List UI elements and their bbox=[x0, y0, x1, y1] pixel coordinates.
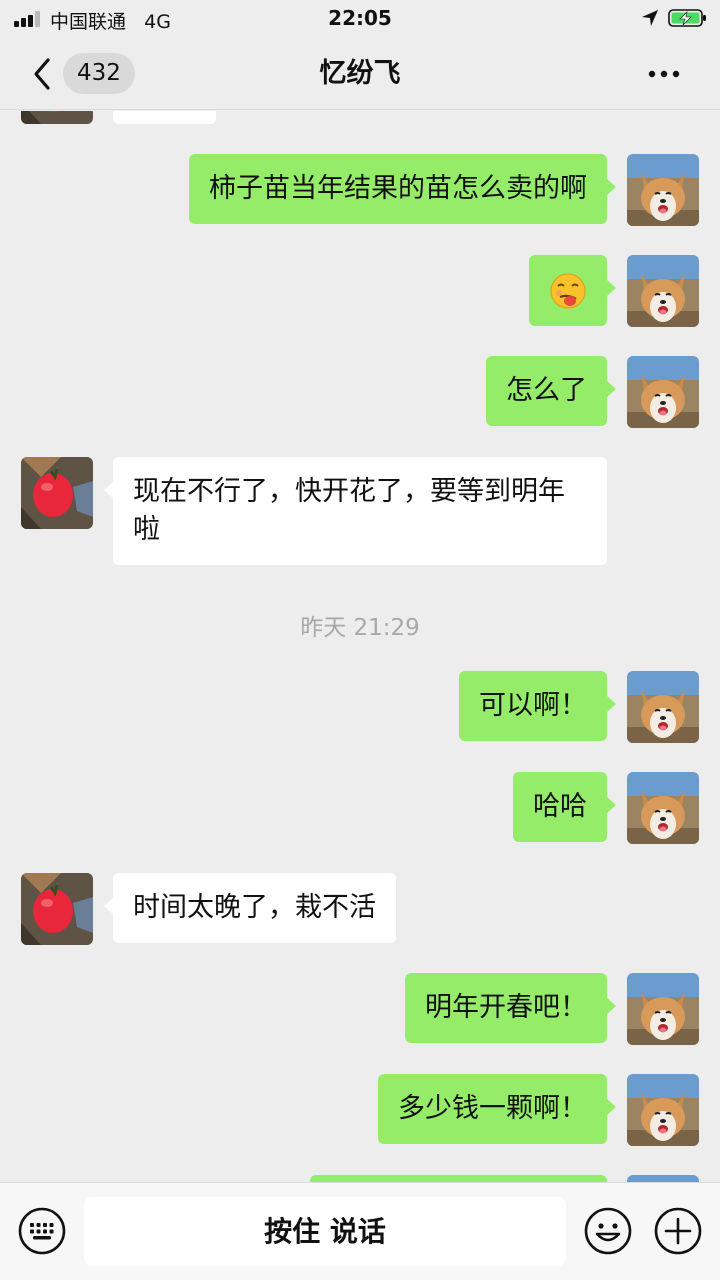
more-dots-icon[interactable] bbox=[644, 60, 684, 88]
clock: 22:05 bbox=[328, 6, 392, 30]
my-avatar[interactable] bbox=[627, 154, 699, 226]
message-bubble-outgoing[interactable]: 可以啊！ bbox=[459, 671, 616, 741]
message-bubble-incoming[interactable]: 现在不行了，快开花了，要等到明年啦 bbox=[104, 457, 607, 565]
plus-circle-icon[interactable] bbox=[653, 1206, 703, 1256]
my-avatar[interactable] bbox=[627, 1175, 699, 1182]
my-avatar[interactable] bbox=[627, 671, 699, 743]
battery-charging-icon bbox=[668, 9, 706, 27]
message-bubble-outgoing[interactable] bbox=[310, 1175, 607, 1182]
chevron-left-icon[interactable] bbox=[28, 56, 56, 92]
status-bar: 中国联通 4G 22:05 bbox=[0, 0, 720, 38]
my-avatar[interactable] bbox=[627, 1074, 699, 1146]
message-bubble-outgoing[interactable]: 明年开春吧！ bbox=[405, 973, 616, 1043]
smirk-face-emoji-icon bbox=[550, 273, 586, 309]
contact-avatar[interactable] bbox=[21, 457, 93, 529]
message-bubble-outgoing[interactable]: 哈哈 bbox=[513, 772, 616, 842]
contact-avatar[interactable] bbox=[21, 873, 93, 945]
message-bubble-incoming[interactable] bbox=[113, 111, 216, 124]
input-bar: 按住 说话 bbox=[0, 1182, 720, 1280]
message-bubble-outgoing[interactable]: 多少钱一颗啊！ bbox=[378, 1074, 616, 1144]
message-bubble-outgoing[interactable]: 怎么了 bbox=[486, 356, 616, 426]
keyboard-icon[interactable] bbox=[17, 1206, 67, 1256]
message-bubble-incoming[interactable]: 时间太晚了，栽不活 bbox=[104, 873, 396, 943]
my-avatar[interactable] bbox=[627, 772, 699, 844]
unread-count-badge[interactable]: 432 bbox=[63, 53, 135, 94]
my-avatar[interactable] bbox=[627, 973, 699, 1045]
my-avatar[interactable] bbox=[627, 356, 699, 428]
chat-header: 432 忆纷飞 bbox=[0, 38, 720, 110]
message-bubble-emoji[interactable] bbox=[529, 255, 616, 326]
my-avatar[interactable] bbox=[627, 255, 699, 327]
contact-avatar[interactable] bbox=[21, 111, 93, 124]
smiley-face-icon[interactable] bbox=[583, 1206, 633, 1256]
message-list[interactable]: 柿子苗当年结果的苗怎么卖的啊 怎么了 现在不行了，快开花了，要等到明年啦 昨天 … bbox=[0, 111, 720, 1182]
location-arrow-icon bbox=[642, 10, 658, 26]
message-bubble-outgoing[interactable]: 柿子苗当年结果的苗怎么卖的啊 bbox=[189, 154, 616, 224]
chat-title: 忆纷飞 bbox=[319, 58, 401, 89]
hold-to-talk-button[interactable]: 按住 说话 bbox=[84, 1197, 566, 1266]
message-timestamp: 昨天 21:29 bbox=[300, 615, 420, 641]
